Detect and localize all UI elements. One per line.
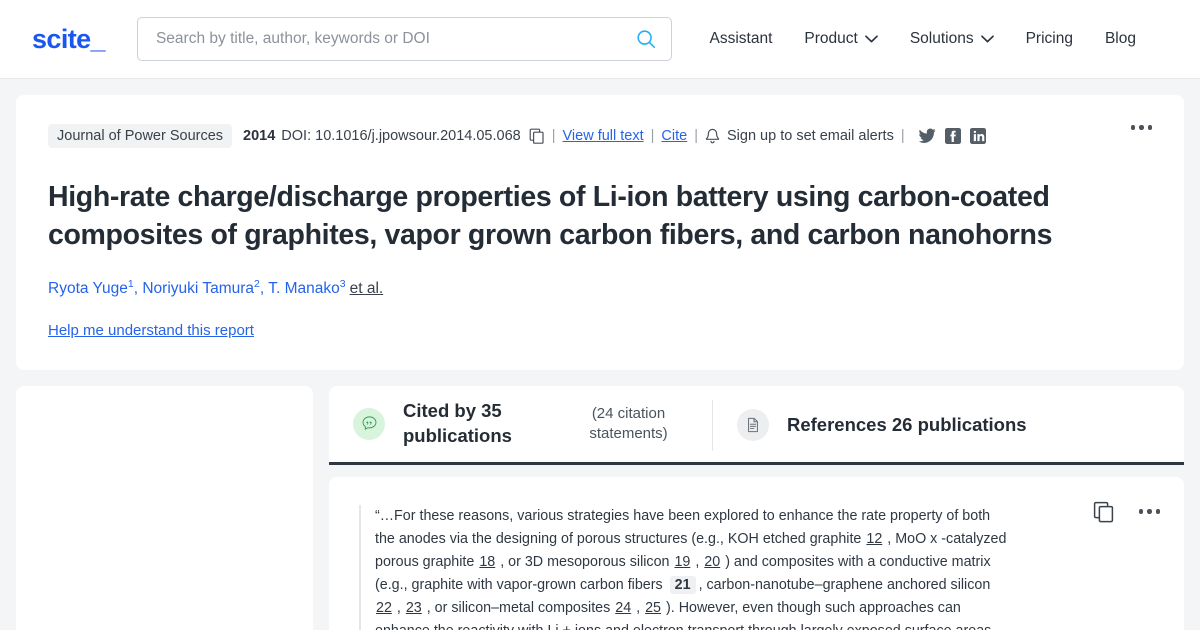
tab-references[interactable]: References 26 publications	[713, 386, 1053, 465]
nav-item-pricing[interactable]: Pricing	[1010, 22, 1089, 56]
nav-item-assistant[interactable]: Assistant	[694, 22, 789, 56]
nav-item-solutions[interactable]: Solutions	[894, 22, 1010, 56]
citation-reference-link[interactable]: 19	[674, 554, 690, 570]
sidebar-panel	[16, 386, 313, 630]
author-link[interactable]: T. Manako3	[268, 280, 345, 297]
search-input[interactable]	[156, 30, 635, 48]
linkedin-icon[interactable]	[970, 128, 986, 144]
citation-reference-link[interactable]: 18	[479, 554, 495, 570]
nav-label: Product	[804, 30, 857, 48]
citation-more-options-icon[interactable]	[1139, 509, 1161, 514]
view-full-text-link[interactable]: View full text	[563, 128, 644, 144]
cite-link[interactable]: Cite	[661, 128, 687, 144]
citation-reference-link[interactable]: 25	[645, 600, 661, 616]
meta-separator: |	[901, 128, 905, 144]
citation-reference-link[interactable]: 20	[704, 554, 720, 570]
chevron-down-icon	[865, 35, 878, 43]
page-content: Journal of Power Sources 2014 DOI: 10.10…	[0, 79, 1200, 630]
author-name: Noriyuki Tamura	[142, 280, 254, 297]
nav-label: Assistant	[710, 30, 773, 48]
nav-label: Pricing	[1026, 30, 1073, 48]
author-comma: ,	[260, 280, 264, 297]
citation-reference-highlight[interactable]: 21	[670, 576, 696, 594]
author-name: T. Manako	[268, 280, 340, 297]
citation-reference-link[interactable]: 22	[376, 600, 392, 616]
quote-bubble-icon	[353, 408, 385, 440]
tab-bar-rule	[329, 462, 1184, 465]
search-icon[interactable]	[635, 28, 657, 50]
meta-separator: |	[552, 128, 556, 144]
article-meta-row: Journal of Power Sources 2014 DOI: 10.10…	[48, 123, 1152, 149]
nav-label: Solutions	[910, 30, 974, 48]
citation-reference-link[interactable]: 23	[406, 600, 422, 616]
meta-separator: |	[694, 128, 698, 144]
email-alerts-label[interactable]: Sign up to set email alerts	[727, 128, 894, 144]
citation-statement-card: “…For these reasons, various strategies …	[329, 477, 1184, 630]
help-understand-report-link[interactable]: Help me understand this report	[48, 322, 254, 339]
tab-cited-by[interactable]: Cited by 35 publications (24 citation st…	[329, 386, 712, 465]
citation-text: “…For these reasons, various strategies …	[359, 505, 1007, 630]
author-comma: ,	[134, 280, 138, 297]
site-header: scite_ Assistant Product Solutions Prici…	[0, 0, 1200, 79]
tab-cited-by-sublabel: (24 citation statements)	[571, 404, 686, 444]
document-icon	[737, 409, 769, 441]
author-affiliation-marker: 3	[340, 278, 346, 290]
citation-reference-link[interactable]: 24	[615, 600, 631, 616]
page-title: High-rate charge/discharge properties of…	[48, 179, 1148, 255]
author-list: Ryota Yuge1, Noriyuki Tamura2, T. Manako…	[48, 277, 1152, 300]
publication-year: 2014	[243, 128, 275, 144]
nav-item-product[interactable]: Product	[788, 22, 893, 56]
article-card: Journal of Power Sources 2014 DOI: 10.10…	[16, 95, 1184, 370]
copy-icon[interactable]	[529, 128, 545, 144]
facebook-icon[interactable]	[945, 128, 961, 144]
citation-reference-link[interactable]: 12	[866, 531, 882, 547]
tab-bar: Cited by 35 publications (24 citation st…	[329, 386, 1184, 465]
twitter-icon[interactable]	[918, 128, 936, 144]
article-more-options-icon[interactable]	[1125, 119, 1159, 136]
nav-label: Blog	[1105, 30, 1136, 48]
social-share-group	[918, 128, 986, 144]
tab-cited-by-label: Cited by 35 publications	[403, 399, 553, 448]
journal-name[interactable]: Journal of Power Sources	[48, 124, 232, 148]
doi-text: DOI: 10.1016/j.jpowsour.2014.05.068	[281, 128, 520, 144]
search-box[interactable]	[137, 17, 672, 61]
main-nav: Assistant Product Solutions Pricing Blog	[694, 22, 1153, 56]
author-link[interactable]: Ryota Yuge1	[48, 280, 134, 297]
chevron-down-icon	[981, 35, 994, 43]
author-link[interactable]: Noriyuki Tamura2	[142, 280, 260, 297]
scite-logo[interactable]: scite_	[32, 24, 105, 55]
nav-item-blog[interactable]: Blog	[1089, 22, 1152, 56]
bell-icon[interactable]	[705, 128, 720, 145]
lower-section: Cited by 35 publications (24 citation st…	[16, 386, 1184, 630]
author-name: Ryota Yuge	[48, 280, 128, 297]
main-column: Cited by 35 publications (24 citation st…	[329, 386, 1184, 630]
tab-references-label: References 26 publications	[787, 413, 1027, 437]
et-al-link[interactable]: et al.	[350, 280, 384, 297]
copy-icon[interactable]	[1093, 501, 1115, 523]
citation-actions	[1093, 501, 1161, 523]
meta-separator: |	[651, 128, 655, 144]
